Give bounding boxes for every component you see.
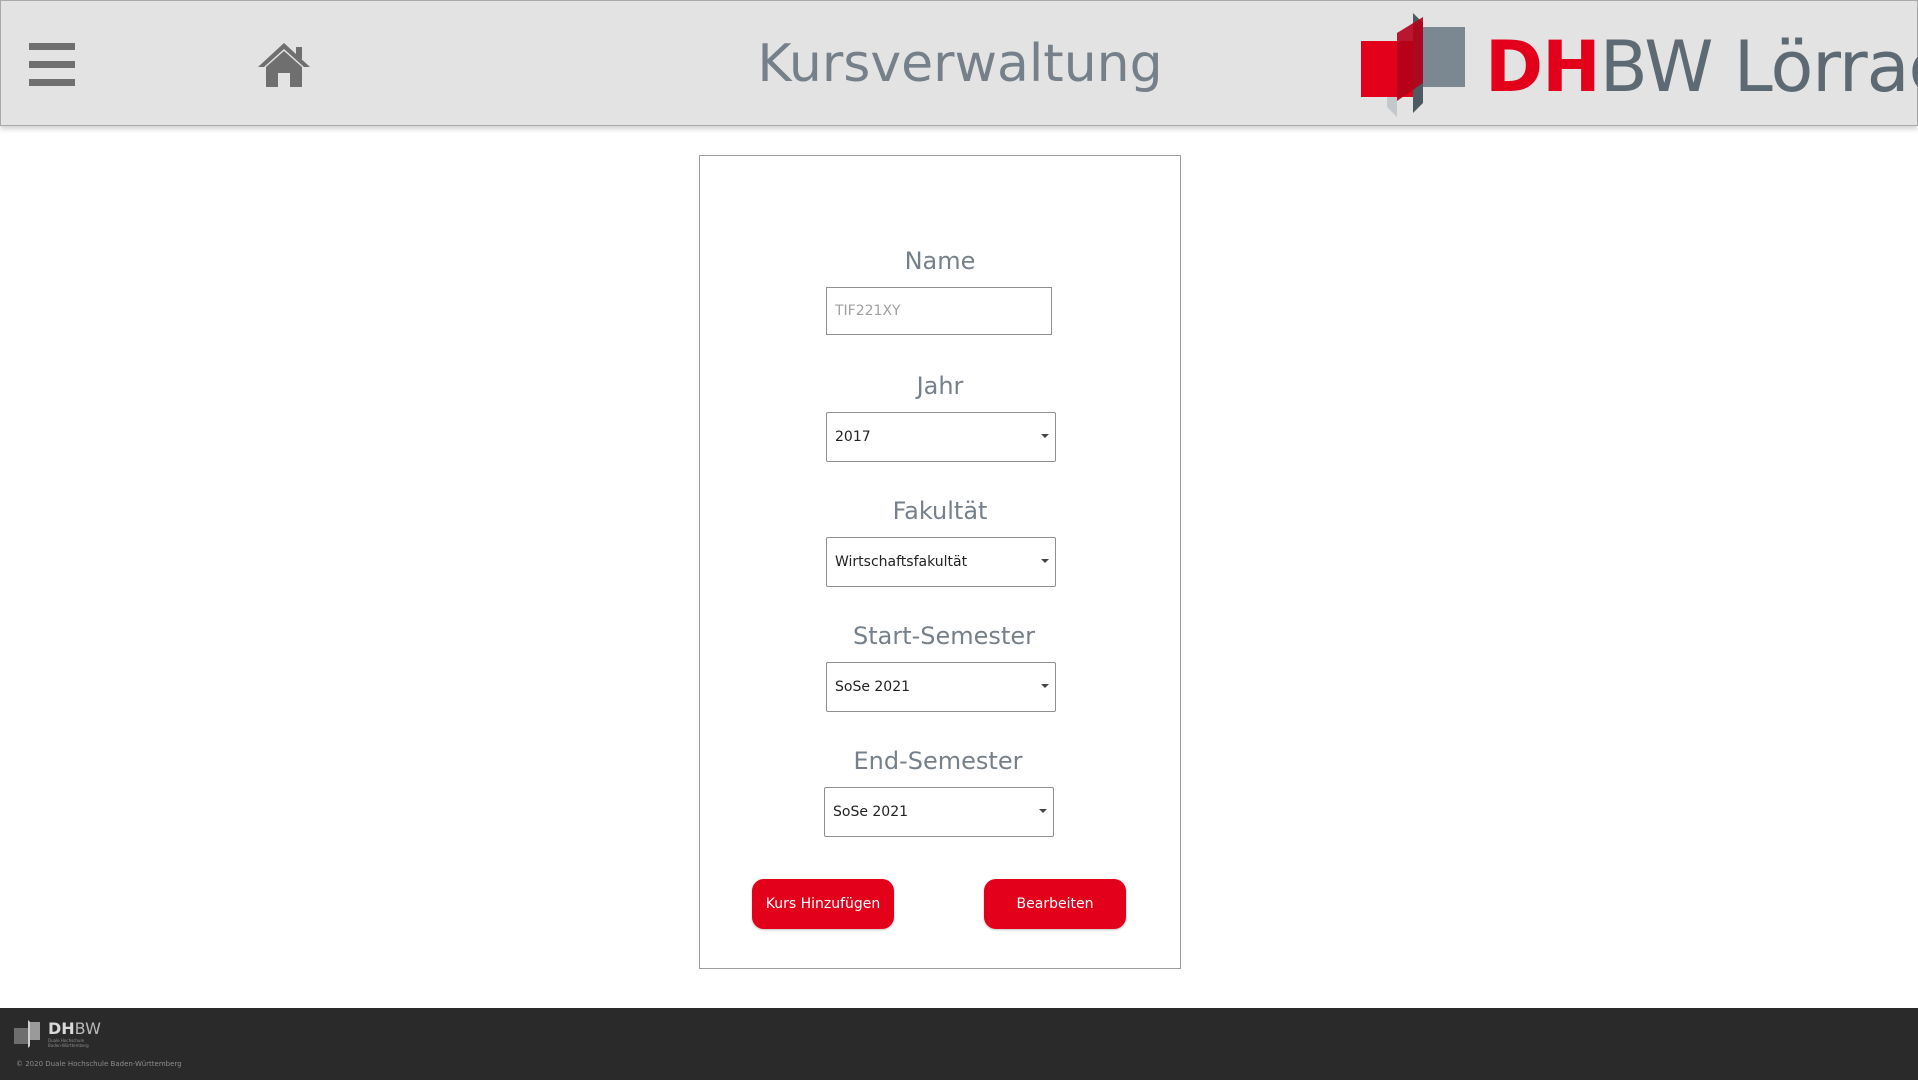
- faculty-label: Fakultät: [892, 497, 988, 525]
- footer-logo-subtitle: Duale Hochschule Baden-Württemberg: [48, 1038, 89, 1048]
- chevron-down-icon: [1041, 559, 1049, 563]
- dhbw-loerrach-logo: DHBW Lörrach: [1361, 13, 1918, 117]
- year-select[interactable]: 2017: [826, 412, 1056, 462]
- chevron-down-icon: [1041, 434, 1049, 438]
- footer-logo-mark-icon: [14, 1020, 40, 1048]
- home-icon-graphic: [258, 43, 310, 87]
- start-semester-select[interactable]: SoSe 2021: [826, 662, 1056, 712]
- logo-text-bw-loerrach: BW Lörrach: [1599, 26, 1918, 108]
- menu-bar-top: [29, 43, 75, 50]
- end-semester-select-value: SoSe 2021: [833, 804, 909, 820]
- footer-logo-text-bw: BW: [74, 1019, 101, 1038]
- footer-logo-wordmark: DHBW: [48, 1020, 101, 1038]
- course-form-card: Name Jahr 2017 Fakultät Wirtschaftsfakul…: [699, 155, 1181, 969]
- faculty-select-value: Wirtschaftsfakultät: [835, 554, 968, 570]
- footer-logo-text-dh: DH: [48, 1019, 75, 1038]
- end-semester-label: End-Semester: [853, 747, 1023, 775]
- hamburger-menu-icon[interactable]: [29, 43, 75, 86]
- dhbw-logo-mark-icon: [1361, 13, 1465, 117]
- end-semester-select[interactable]: SoSe 2021: [824, 787, 1054, 837]
- chevron-down-icon: [1039, 809, 1047, 813]
- page-title: Kursverwaltung: [757, 34, 1163, 94]
- home-icon[interactable]: [256, 41, 312, 89]
- chevron-down-icon: [1041, 684, 1049, 688]
- add-course-button[interactable]: Kurs Hinzufügen: [752, 879, 894, 929]
- app-header: Kursverwaltung DHBW Lörrach: [0, 0, 1918, 126]
- menu-bar-middle: [29, 61, 75, 68]
- menu-bar-bottom: [29, 79, 75, 86]
- name-input[interactable]: [826, 287, 1052, 335]
- year-select-value: 2017: [835, 429, 871, 445]
- faculty-select[interactable]: Wirtschaftsfakultät: [826, 537, 1056, 587]
- footer-copyright: © 2020 Duale Hochschule Baden-Württember…: [16, 1060, 182, 1068]
- footer-dhbw-logo: DHBW Duale Hochschule Baden-Württemberg: [14, 1014, 104, 1050]
- logo-wordmark: DHBW Lörrach: [1485, 27, 1918, 107]
- name-label: Name: [904, 247, 976, 275]
- logo-text-dh: DH: [1485, 26, 1601, 108]
- start-semester-select-value: SoSe 2021: [835, 679, 911, 695]
- start-semester-label: Start-Semester: [853, 622, 1035, 650]
- year-label: Jahr: [916, 372, 964, 400]
- app-footer: DHBW Duale Hochschule Baden-Württemberg …: [0, 1008, 1918, 1080]
- edit-button[interactable]: Bearbeiten: [984, 879, 1126, 929]
